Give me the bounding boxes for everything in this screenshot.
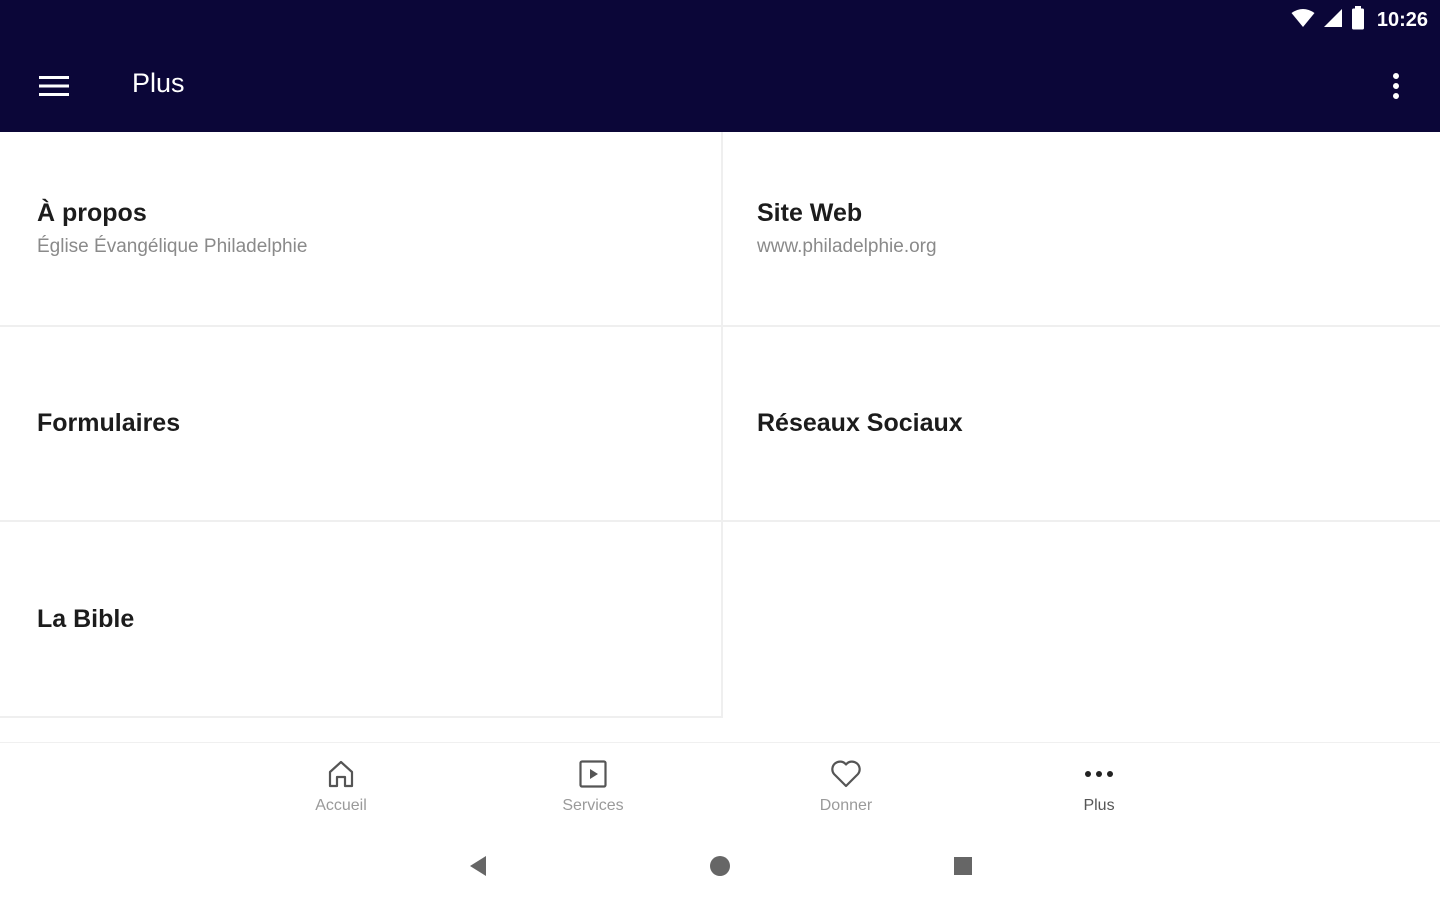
cellular-signal-icon [1323, 8, 1343, 33]
grid-item-reseaux-sociaux[interactable]: Réseaux Sociaux [723, 327, 1440, 520]
wifi-icon [1291, 8, 1315, 33]
recents-icon[interactable] [943, 850, 983, 882]
nav-label: Services [562, 797, 624, 814]
back-icon[interactable] [458, 850, 498, 882]
system-navigation-bar [0, 832, 1440, 900]
grid-item-la-bible[interactable]: La Bible [0, 522, 721, 716]
bottom-navigation: Accueil Services Donner Plus [0, 742, 1440, 832]
status-time: 10:26 [1376, 8, 1428, 31]
hamburger-menu-icon[interactable] [26, 64, 82, 108]
nav-label: Accueil [315, 797, 367, 814]
grid-divider [0, 520, 1440, 522]
grid-item-formulaires[interactable]: Formulaires [0, 327, 721, 520]
nav-label: Donner [819, 797, 873, 814]
nav-item-plus[interactable]: Plus [1029, 757, 1169, 823]
app-bar: Plus [0, 40, 1440, 132]
grid-item-subtitle: www.philadelphie.org [757, 236, 937, 257]
status-bar: 10:26 [0, 0, 1440, 40]
home-icon [327, 757, 355, 791]
more-vert-icon[interactable] [1376, 64, 1416, 108]
grid-divider-vertical [721, 132, 723, 718]
grid-item-title: Formulaires [37, 409, 181, 437]
grid-divider [0, 716, 723, 718]
nav-item-accueil[interactable]: Accueil [271, 757, 411, 823]
nav-label: Plus [1083, 797, 1115, 814]
status-icons: 10:26 [1291, 5, 1428, 35]
grid-item-title: La Bible [37, 604, 135, 633]
grid-divider [0, 325, 1440, 327]
grid-item-title: Site Web [757, 199, 863, 227]
heart-icon [830, 757, 862, 791]
grid-item-subtitle: Église Évangélique Philadelphie [37, 236, 308, 257]
nav-item-donner[interactable]: Donner [776, 757, 916, 823]
nav-item-services[interactable]: Services [523, 757, 663, 823]
grid-item-title: Réseaux Sociaux [757, 409, 963, 437]
play-box-icon [578, 757, 608, 791]
grid-item-site-web[interactable]: Site Web www.philadelphie.org [723, 132, 1440, 325]
home-circle-icon[interactable] [700, 850, 740, 882]
page-title: Plus [132, 68, 185, 98]
grid-item-title: À propos [37, 199, 147, 227]
battery-icon [1351, 5, 1365, 35]
menu-grid: À propos Église Évangélique Philadelphie… [0, 132, 1440, 718]
more-horiz-icon [1084, 757, 1114, 791]
grid-item-a-propos[interactable]: À propos Église Évangélique Philadelphie [0, 132, 721, 325]
